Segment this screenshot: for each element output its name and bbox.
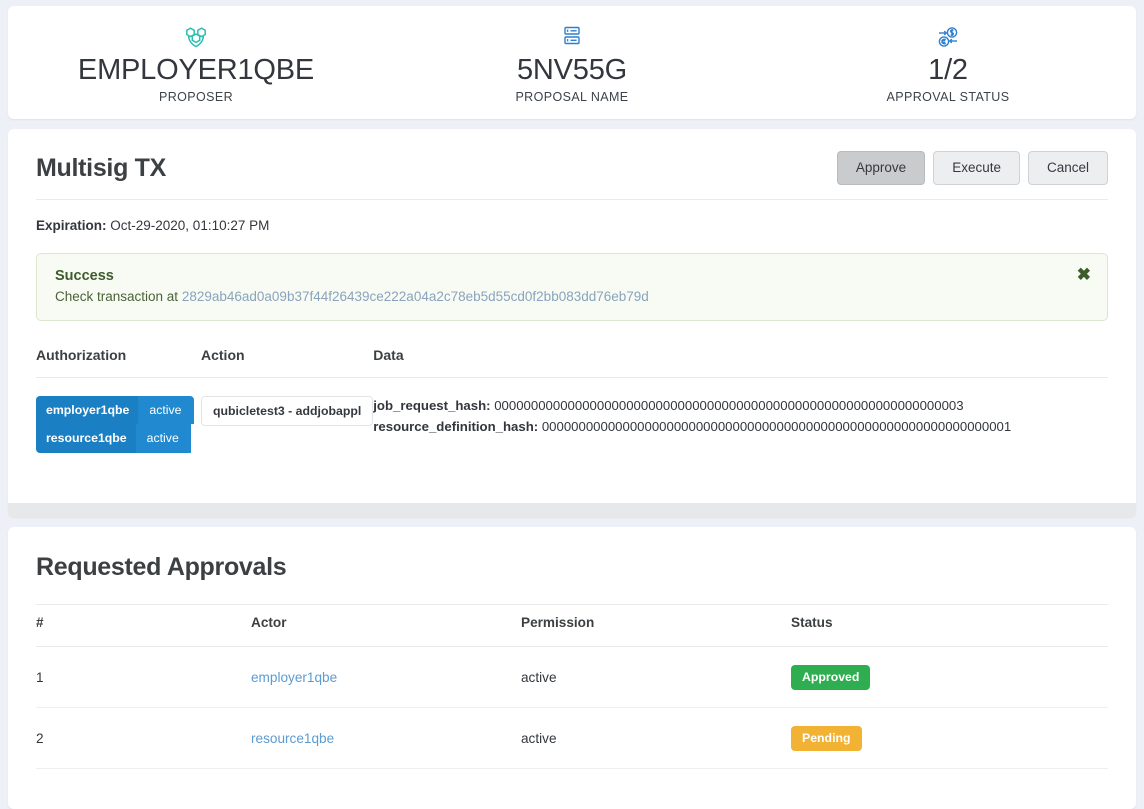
transaction-details-table: Authorization Action Data employer1qbe a…	[36, 347, 1108, 453]
summary-label-proposer: PROPOSER	[158, 90, 234, 105]
data-key: job_request_hash:	[373, 398, 491, 414]
page-root: EMPLOYER1QBE PROPOSER 5NV55G PROPOSAL NA…	[0, 0, 1144, 809]
table-row: 2 resource1qbe active Pending	[36, 707, 1108, 770]
execute-button[interactable]: Execute	[933, 151, 1020, 186]
column-header-data: Data	[373, 347, 1108, 379]
permission-actor: resource1qbe	[36, 424, 136, 453]
multisig-action-buttons: Approve Execute Cancel	[836, 151, 1108, 186]
data-line-resource-definition-hash: resource_definition_hash: 00000000000000…	[373, 417, 1108, 437]
expiration-value: Oct-29-2020, 01:10:27 PM	[106, 218, 270, 234]
actor-link[interactable]: resource1qbe	[251, 731, 334, 746]
card-footer-strip	[8, 502, 1136, 517]
row-number: 1	[36, 646, 251, 709]
column-header-number: #	[36, 603, 251, 647]
alert-title: Success	[55, 268, 114, 285]
column-header-status: Status	[791, 603, 1108, 647]
cancel-button[interactable]: Cancel	[1027, 151, 1108, 186]
approvals-title: Requested Approvals	[36, 552, 287, 581]
alert-text: Check transaction at	[55, 289, 182, 305]
summary-value-proposal-name: 5NV55G	[516, 54, 628, 86]
currency-exchange-icon	[760, 22, 1136, 52]
permission-badge-employer1qbe: employer1qbe active	[36, 396, 194, 425]
summary-label-approval-status: APPROVAL STATUS	[886, 90, 1010, 105]
column-header-actor: Actor	[251, 603, 521, 647]
data-key: resource_definition_hash:	[373, 418, 539, 434]
action-cell: qubicletest3 - addjobappl	[201, 378, 374, 453]
status-badge: Pending	[791, 726, 862, 752]
multisig-tx-card: Multisig TX Approve Execute Cancel Expir…	[8, 129, 1136, 517]
permission-actor: employer1qbe	[36, 396, 139, 425]
summary-column-proposer: EMPLOYER1QBE PROPOSER	[8, 22, 384, 104]
permission-level: active	[135, 424, 191, 453]
row-number: 2	[36, 707, 251, 770]
transaction-hash-link[interactable]: 2829ab46ad0a09b37f44f26439ce222a04a2c78e…	[182, 289, 649, 304]
column-header-action: Action	[201, 347, 374, 379]
summary-value-proposer: EMPLOYER1QBE	[77, 54, 315, 86]
row-status: Pending	[791, 707, 1108, 770]
approve-button[interactable]: Approve	[836, 151, 926, 186]
permission-level: active	[138, 396, 194, 425]
row-actor: employer1qbe	[251, 646, 521, 709]
data-line-job-request-hash: job_request_hash: 0000000000000000000000…	[373, 396, 1108, 416]
success-alert: Success Check transaction at 2829ab46ad0…	[36, 253, 1108, 322]
status-badge: Approved	[791, 664, 871, 691]
permission-badge-resource1qbe: resource1qbe active	[36, 424, 194, 453]
table-row: employer1qbe active resource1qbe active …	[36, 378, 1108, 453]
multisig-header: Multisig TX Approve Execute Cancel	[8, 129, 1136, 199]
authorization-cell: employer1qbe active resource1qbe active	[36, 378, 201, 453]
column-header-authorization: Authorization	[36, 347, 201, 379]
row-status: Approved	[791, 646, 1108, 709]
row-actor: resource1qbe	[251, 707, 521, 770]
data-value: 0000000000000000000000000000000000000000…	[538, 418, 1012, 434]
summary-header-card: EMPLOYER1QBE PROPOSER 5NV55G PROPOSAL NA…	[8, 6, 1136, 119]
expiration-row: Expiration: Oct-29-2020, 01:10:27 PM	[8, 200, 1136, 233]
column-header-permission: Permission	[521, 603, 791, 647]
data-value: 0000000000000000000000000000000000000000…	[490, 398, 964, 414]
expiration-label: Expiration:	[36, 218, 107, 234]
row-permission: active	[521, 646, 791, 709]
requested-approvals-card: Requested Approvals # Actor Permission S…	[8, 526, 1136, 809]
table-header-row: # Actor Permission Status	[36, 603, 1108, 647]
action-chip: qubicletest3 - addjobappl	[201, 396, 374, 427]
actor-link[interactable]: employer1qbe	[251, 670, 337, 685]
hexagon-molecule-icon	[8, 22, 384, 52]
server-stack-icon	[384, 22, 760, 52]
table-header-row: Authorization Action Data	[36, 347, 1108, 379]
table-row: 1 employer1qbe active Approved	[36, 646, 1108, 709]
close-icon[interactable]: ✖	[1073, 264, 1095, 285]
summary-label-proposal-name: PROPOSAL NAME	[515, 90, 629, 105]
approvals-table: # Actor Permission Status 1 employer1qbe…	[36, 603, 1108, 770]
row-permission: active	[521, 707, 791, 770]
alert-body: Check transaction at 2829ab46ad0a09b37f4…	[55, 289, 1067, 304]
data-cell: job_request_hash: 0000000000000000000000…	[373, 378, 1108, 453]
summary-column-proposal-name: 5NV55G PROPOSAL NAME	[384, 22, 760, 104]
permission-badge-stack: employer1qbe active resource1qbe active	[36, 396, 194, 453]
summary-value-approval-status: 1/2	[928, 54, 968, 86]
summary-column-approval-status: 1/2 APPROVAL STATUS	[760, 22, 1136, 104]
page-title: Multisig TX	[36, 153, 167, 182]
